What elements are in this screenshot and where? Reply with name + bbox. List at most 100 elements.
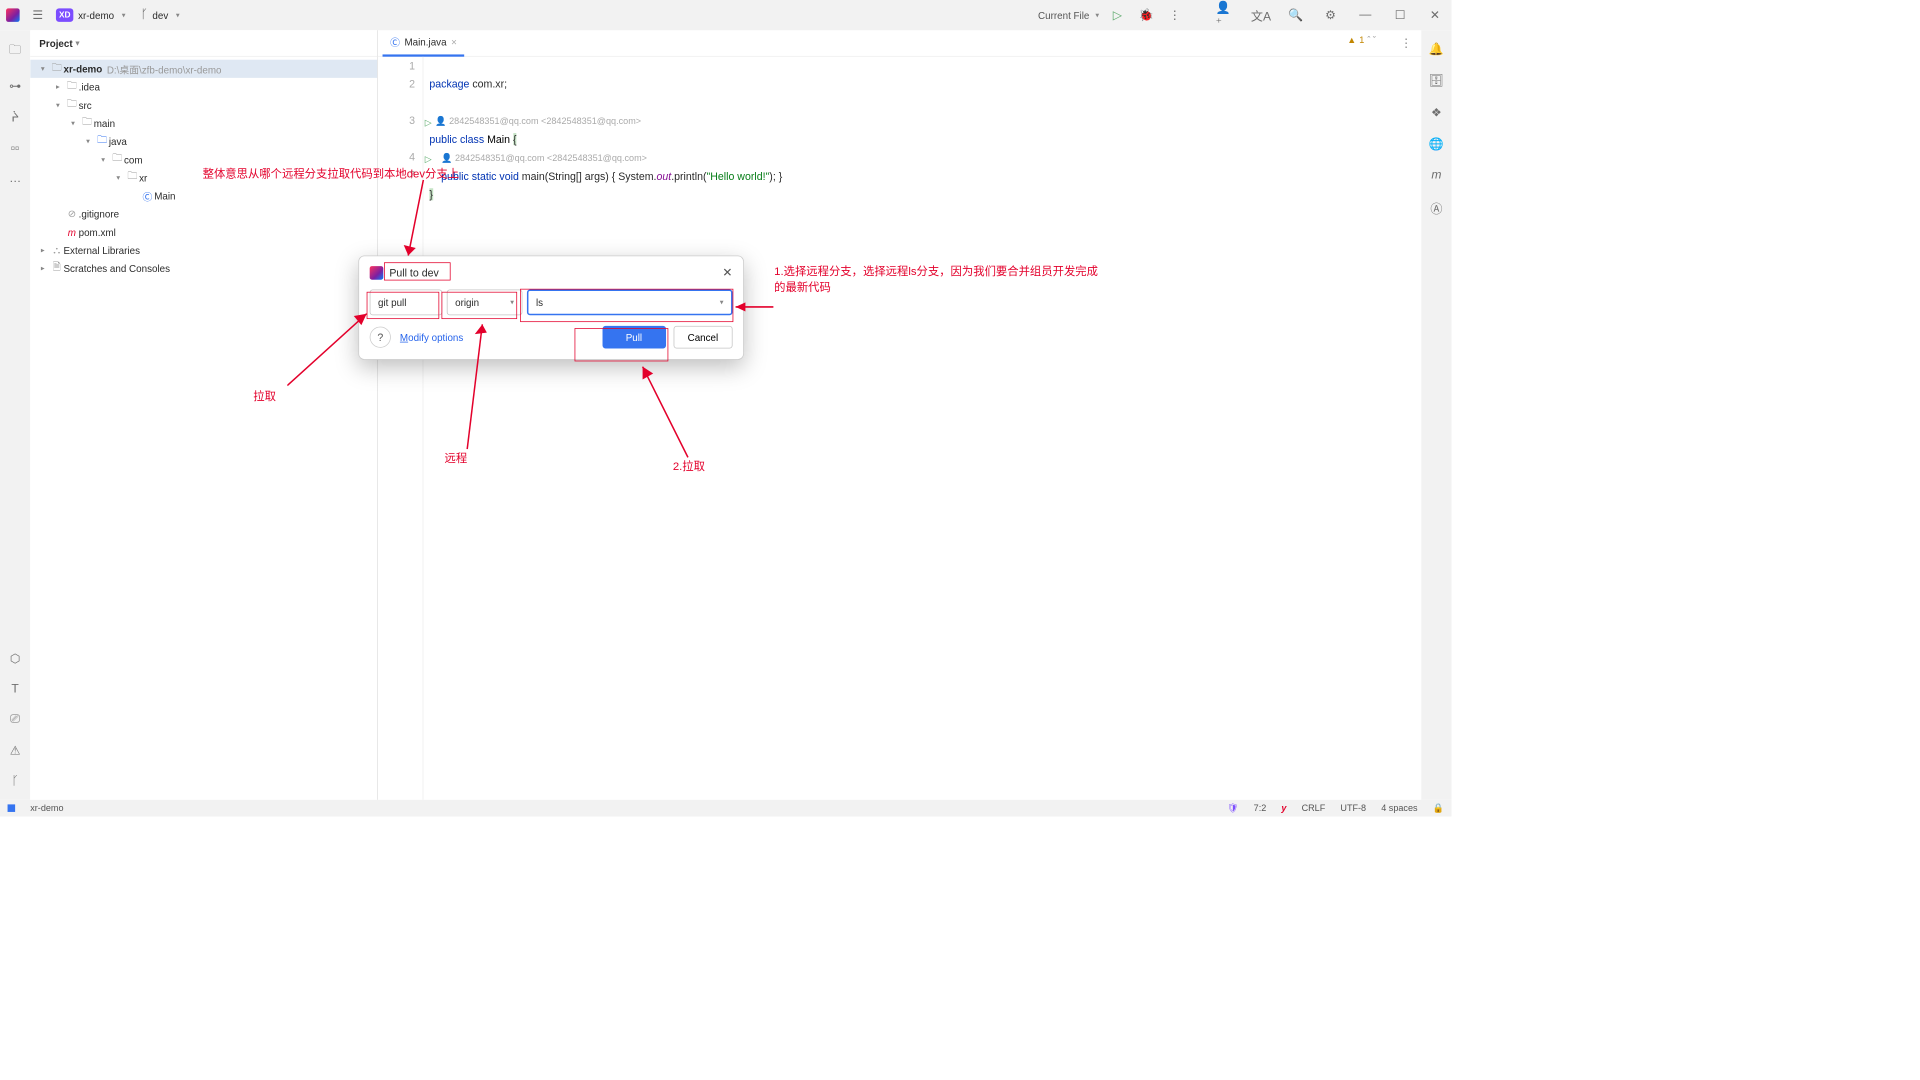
tree-item-src[interactable]: ▾🗀src (30, 96, 377, 114)
status-lock-icon[interactable]: 🔒 (1433, 803, 1444, 814)
tree-path: D:\桌面\zfb-demo\xr-demo (107, 62, 222, 76)
status-indent[interactable]: 4 spaces (1381, 803, 1417, 814)
ai-assist-icon[interactable]: Ⓐ (1430, 199, 1442, 217)
more-run-button[interactable]: ⋮ (1164, 5, 1185, 26)
tree-label: Scratches and Consoles (64, 263, 171, 274)
maximize-button[interactable]: ☐ (1390, 5, 1411, 26)
run-config-selector[interactable]: Current File ▾ (1038, 9, 1099, 20)
tree-label: .gitignore (79, 208, 119, 219)
pull-button[interactable]: Pull (602, 326, 666, 349)
tree-item-java[interactable]: ▾🗀java (30, 132, 377, 150)
search-icon[interactable]: 🔍 (1285, 5, 1306, 26)
tree-root[interactable]: ▾🗀xr-demoD:\桌面\zfb-demo\xr-demo (30, 60, 377, 78)
cancel-button[interactable]: Cancel (673, 326, 732, 349)
help-button[interactable]: ? (370, 327, 391, 348)
branch-name: dev (152, 9, 168, 20)
app-icon (6, 8, 20, 22)
source-folder-icon: 🗀 (95, 133, 109, 150)
translate-icon[interactable]: 文A (1250, 5, 1271, 26)
tongyi-icon[interactable]: ❖ (1431, 105, 1442, 120)
tree-item-main[interactable]: ▾🗀main (30, 114, 377, 132)
more-tools-icon[interactable]: … (9, 172, 21, 186)
project-tool-icon[interactable]: 🗀 (9, 42, 21, 62)
run-config-label: Current File (1038, 9, 1089, 20)
tree-item-com[interactable]: ▾🗀com (30, 150, 377, 168)
problems-icon[interactable]: ⚠ (10, 743, 21, 758)
http-client-icon[interactable]: 🌐 (1429, 137, 1444, 152)
inspection-badge[interactable]: ▲ 1 ˆ ˇ (1347, 35, 1376, 46)
tree-item-gitignore[interactable]: ⊘.gitignore (30, 205, 377, 223)
tree-label: .idea (79, 81, 100, 92)
chevron-down-icon: ▾ (510, 298, 514, 306)
branch-chip[interactable]: ᚴ dev ▾ (141, 8, 180, 22)
maven-icon: m (65, 226, 79, 237)
tree-item-main-class[interactable]: ⒸMain (30, 187, 377, 205)
git-tool-icon[interactable]: ᚴ (11, 775, 18, 789)
close-tab-icon[interactable]: × (451, 36, 457, 47)
branch-input[interactable]: ls ▾ (527, 290, 733, 316)
debug-button[interactable]: 🐞 (1136, 5, 1157, 26)
tab-more-button[interactable]: ⋮ (1391, 36, 1421, 51)
modify-options-link[interactable]: Modify options (400, 332, 463, 343)
run-button[interactable]: ▷ (1107, 5, 1128, 26)
tree-label: main (94, 118, 115, 129)
services-icon[interactable]: ⬡ (10, 651, 21, 666)
author-hint: 👤 2842548351@qq.com <2842548351@qq.com> (435, 116, 641, 127)
chevron-down-icon: ▾ (176, 11, 180, 19)
run-gutter-icon[interactable]: ▷ (425, 150, 432, 168)
main-menu-button[interactable]: ☰ (27, 5, 48, 26)
notifications-icon[interactable]: 🔔 (1429, 42, 1444, 57)
folder-icon: 🗀 (65, 79, 79, 96)
tab-label: Main.java (404, 36, 446, 47)
chevron-down-icon: ▾ (122, 11, 126, 19)
pull-requests-icon[interactable]: ᔩ (11, 110, 19, 125)
tree-label: Main (154, 190, 175, 201)
tree-label: com (124, 154, 143, 165)
status-caret[interactable]: 7:2 (1254, 803, 1267, 814)
status-indicator-icon[interactable] (8, 804, 16, 812)
scratches-icon: 🗎 (50, 260, 64, 277)
code-with-me-icon[interactable]: 👤⁺ (1216, 5, 1237, 26)
author-hint: 👤 2842548351@qq.com <2842548351@qq.com> (441, 153, 647, 164)
tree-label: xr (139, 172, 147, 183)
tree-label: src (79, 99, 92, 110)
folder-icon: 🗀 (80, 115, 94, 132)
tree-item-idea[interactable]: ▸🗀.idea (30, 78, 377, 96)
minimize-button[interactable]: — (1355, 5, 1376, 26)
database-icon[interactable]: 🗄 (1429, 73, 1444, 88)
yi-icon[interactable]: y (1281, 803, 1286, 814)
dialog-close-button[interactable]: ✕ (722, 265, 732, 280)
terminal-icon[interactable]: ⎚ (10, 713, 20, 727)
run-gutter-icon[interactable]: ▷ (425, 113, 432, 131)
tree-item-scratches[interactable]: ▸🗎Scratches and Consoles (30, 259, 377, 277)
git-command-label: git pull (370, 290, 443, 316)
status-encoding[interactable]: UTF-8 (1340, 803, 1366, 814)
project-panel-header[interactable]: Project ▾ (30, 30, 377, 56)
settings-icon[interactable]: ⚙ (1320, 5, 1341, 26)
project-tree: ▾🗀xr-demoD:\桌面\zfb-demo\xr-demo ▸🗀.idea … (30, 57, 377, 281)
pull-dialog: Pull to dev ✕ git pull origin▾ ls▾ ? Mod… (358, 256, 744, 360)
status-line-sep[interactable]: CRLF (1302, 803, 1326, 814)
status-shield-icon[interactable]: 🛡 (1227, 803, 1239, 814)
chevron-down-icon: ▾ (1095, 11, 1099, 19)
tree-label: External Libraries (64, 245, 140, 256)
structure-tool-icon[interactable]: ▫▫ (11, 142, 20, 156)
editor-tab-main[interactable]: Ⓒ Main.java × (383, 30, 465, 56)
maven-tool-icon[interactable]: m (1431, 169, 1441, 183)
todo-icon[interactable]: T (11, 683, 18, 697)
file-icon: ⊘ (65, 208, 79, 220)
editor-content[interactable]: package com.xr; 👤 2842548351@qq.com <284… (423, 57, 1421, 800)
project-panel-title: Project (39, 37, 72, 48)
chevron-down-icon: ▾ (720, 298, 724, 306)
remote-select[interactable]: origin▾ (447, 290, 523, 316)
tree-item-pom[interactable]: mpom.xml (30, 223, 377, 241)
tree-item-external-libraries[interactable]: ▸⛬External Libraries (30, 241, 377, 259)
tree-label: java (109, 136, 127, 147)
status-module[interactable]: xr-demo (30, 803, 63, 814)
commit-tool-icon[interactable]: ⊶ (9, 79, 21, 94)
tree-item-xr[interactable]: ▾🗀xr (30, 169, 377, 187)
class-icon: Ⓒ (390, 35, 400, 49)
close-button[interactable]: ✕ (1424, 5, 1445, 26)
project-chip[interactable]: XD xr-demo ▾ (56, 8, 126, 22)
branch-value: ls (536, 297, 543, 308)
